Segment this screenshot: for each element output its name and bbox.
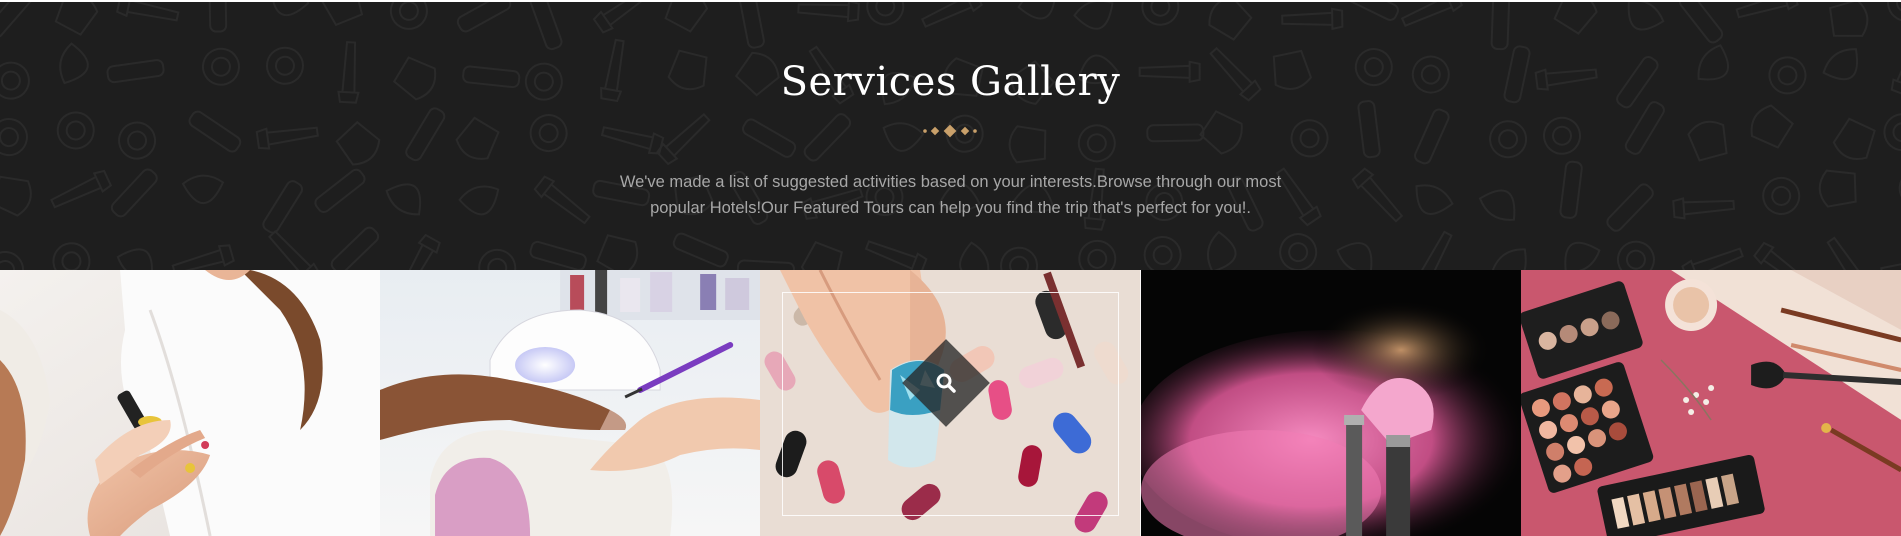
search-icon[interactable] (934, 371, 958, 395)
uv-lamp-manicure-photo (380, 270, 761, 536)
gallery-item-palette[interactable] (1520, 270, 1901, 536)
gallery-item-nail-art[interactable] (760, 270, 1141, 536)
gallery-grid (0, 270, 1901, 536)
gallery-item-powder-brush[interactable] (1140, 270, 1521, 536)
description-line-2: popular Hotels!Our Featured Tours can he… (650, 199, 1251, 217)
pink-powder-brush-photo (1140, 270, 1521, 536)
section-title: Services Gallery (780, 59, 1121, 105)
manicure-polish-photo (0, 270, 381, 536)
description-line-1: We've made a list of suggested activitie… (619, 173, 1282, 191)
diamond-divider-icon (922, 124, 977, 138)
gallery-item-uv-lamp[interactable] (380, 270, 761, 536)
eyeshadow-palette-photo (1520, 270, 1901, 536)
section-description: We've made a list of suggested activitie… (570, 169, 1331, 221)
gallery-item-manicure[interactable] (0, 270, 381, 536)
services-gallery-section: Services Gallery We've made a list of su… (0, 2, 1901, 270)
